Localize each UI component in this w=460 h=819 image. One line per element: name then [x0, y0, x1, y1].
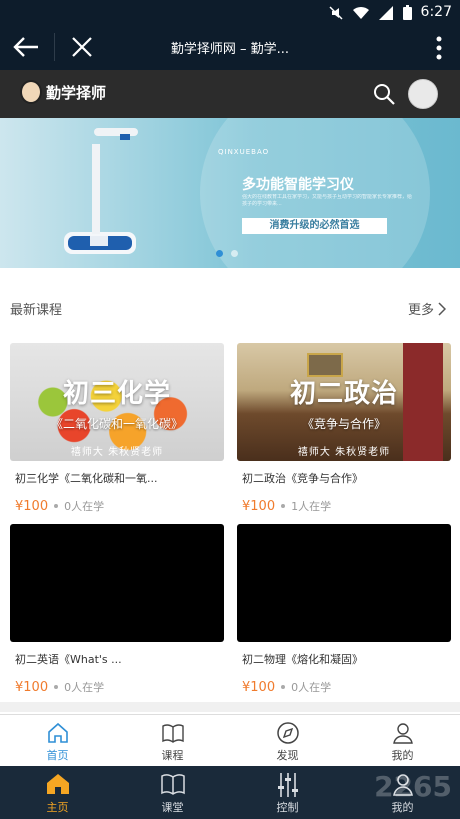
home-icon	[46, 774, 69, 794]
course-card[interactable]: 初二英语《What's ... ¥100 0人在学	[10, 524, 224, 695]
tab-label: 课堂	[161, 801, 184, 814]
tab-label: 发现	[276, 749, 299, 762]
course-name[interactable]: 初三化学《二氧化碳和一氧...	[10, 470, 224, 486]
course-card[interactable]: 初二物理《熔化和凝固》 ¥100 0人在学	[237, 524, 451, 695]
banner-description: 强大的在线教育工具在家学习，又能与孩子互动学习的智能家长专家推荐，给孩子的学习带…	[242, 194, 412, 207]
section-title: 最新课程	[10, 303, 63, 318]
clock: 6:27	[420, 4, 452, 20]
course-name[interactable]: 初二政治《竞争与合作》	[237, 470, 451, 486]
wifi-icon	[353, 6, 369, 19]
web-tab-bar: 首页 课程 发现 我的	[0, 714, 460, 766]
thumbnail-subtitle: 《二氧化碳和一氧化碳》	[50, 417, 183, 431]
learning-device-image	[64, 128, 138, 254]
course-thumbnail[interactable]	[10, 524, 224, 642]
mascot-icon	[20, 80, 42, 104]
tab-control[interactable]: 控制	[230, 766, 345, 819]
course-price: ¥100	[242, 498, 276, 514]
search-icon[interactable]	[372, 82, 396, 106]
course-thumbnail[interactable]	[237, 524, 451, 642]
site-logo[interactable]: 勤学择师	[20, 80, 106, 104]
tab-label: 我的	[391, 801, 414, 814]
learner-count: 1人在学	[291, 500, 332, 513]
bullet	[54, 504, 59, 508]
tab-label: 我的	[391, 749, 414, 762]
tab-profile[interactable]: 我的	[345, 766, 460, 819]
app-tab-bar: 主页 课堂 控制 我的 2265	[0, 766, 460, 819]
thumbnail-teacher: 禧师大 朱秋贤老师	[70, 447, 164, 458]
chevron-right-icon	[438, 301, 446, 316]
course-meta: ¥100 0人在学	[237, 679, 451, 695]
tab-classroom[interactable]: 课堂	[115, 766, 230, 819]
tab-home[interactable]: 首页	[0, 715, 115, 766]
course-price: ¥100	[15, 679, 49, 695]
course-meta: ¥100 1人在学	[237, 498, 451, 514]
battery-icon	[403, 5, 412, 20]
course-thumbnail[interactable]: 初三化学 《二氧化碳和一氧化碳》 禧师大 朱秋贤老师	[10, 343, 224, 461]
book-icon	[161, 724, 184, 743]
bullet	[281, 685, 286, 689]
avatar[interactable]	[408, 79, 438, 109]
sliders-icon	[277, 773, 298, 797]
home-icon	[47, 722, 68, 743]
tab-mine[interactable]: 我的	[345, 715, 460, 766]
close-icon[interactable]	[70, 35, 94, 59]
signal-icon	[379, 5, 393, 20]
divider	[54, 33, 55, 61]
section-divider	[0, 702, 460, 712]
brand-name: 勤学择师	[46, 83, 107, 102]
carousel-dot[interactable]	[231, 250, 238, 257]
tab-discover[interactable]: 发现	[230, 715, 345, 766]
course-thumbnail[interactable]: 初二政治 《竞争与合作》 禧师大 朱秋贤老师	[237, 343, 451, 461]
banner-cta: 消费升级的必然首选	[242, 218, 387, 234]
latest-courses-header: 最新课程 更多	[0, 290, 460, 324]
more-vertical-icon[interactable]	[436, 36, 442, 60]
page-title: 勤学择师网 – 勤学...	[170, 42, 290, 57]
person-icon	[392, 723, 413, 744]
bullet	[54, 685, 59, 689]
carousel-dots	[216, 250, 238, 257]
thumbnail-teacher: 禧师大 朱秋贤老师	[297, 447, 391, 458]
bullet	[281, 504, 286, 508]
course-meta: ¥100 0人在学	[10, 679, 224, 695]
tab-label: 课程	[161, 749, 184, 762]
person-icon	[392, 774, 413, 796]
tab-courses[interactable]: 课程	[115, 715, 230, 766]
carousel-dot-active[interactable]	[216, 250, 223, 257]
webview-title-bar: 勤学择师网 – 勤学...	[0, 24, 460, 70]
course-price: ¥100	[15, 498, 49, 514]
status-bar: 6:27	[0, 0, 460, 24]
promo-banner[interactable]: QINXUEBAO 多功能智能学习仪 强大的在线教育工具在家学习，又能与孩子互动…	[0, 118, 460, 268]
banner-headline: 多功能智能学习仪	[242, 177, 354, 193]
tab-label: 主页	[46, 801, 69, 814]
learner-count: 0人在学	[64, 681, 105, 694]
tab-label: 控制	[276, 801, 299, 814]
book-icon	[160, 774, 185, 795]
thumbnail-title: 初二政治	[289, 379, 398, 409]
more-link[interactable]: 更多	[408, 299, 446, 318]
banner-brand-text: QINXUEBAO	[218, 148, 270, 156]
mute-icon	[329, 5, 343, 20]
course-price: ¥100	[242, 679, 276, 695]
course-name[interactable]: 初二物理《熔化和凝固》	[237, 651, 451, 667]
back-arrow-icon[interactable]	[12, 35, 40, 59]
course-name[interactable]: 初二英语《What's ...	[10, 651, 224, 667]
tab-label: 首页	[46, 749, 69, 762]
learner-count: 0人在学	[291, 681, 332, 694]
course-meta: ¥100 0人在学	[10, 498, 224, 514]
more-label: 更多	[407, 303, 434, 318]
compass-icon	[276, 722, 299, 744]
course-card[interactable]: 初三化学 《二氧化碳和一氧化碳》 禧师大 朱秋贤老师 初三化学《二氧化碳和一氧.…	[10, 343, 224, 514]
thumbnail-subtitle: 《竞争与合作》	[301, 417, 386, 431]
learner-count: 0人在学	[64, 500, 105, 513]
thumbnail-title: 初三化学	[62, 379, 171, 409]
tab-main[interactable]: 主页	[0, 766, 115, 819]
site-header: 勤学择师	[0, 70, 460, 118]
course-card[interactable]: 初二政治 《竞争与合作》 禧师大 朱秋贤老师 初二政治《竞争与合作》 ¥100 …	[237, 343, 451, 514]
